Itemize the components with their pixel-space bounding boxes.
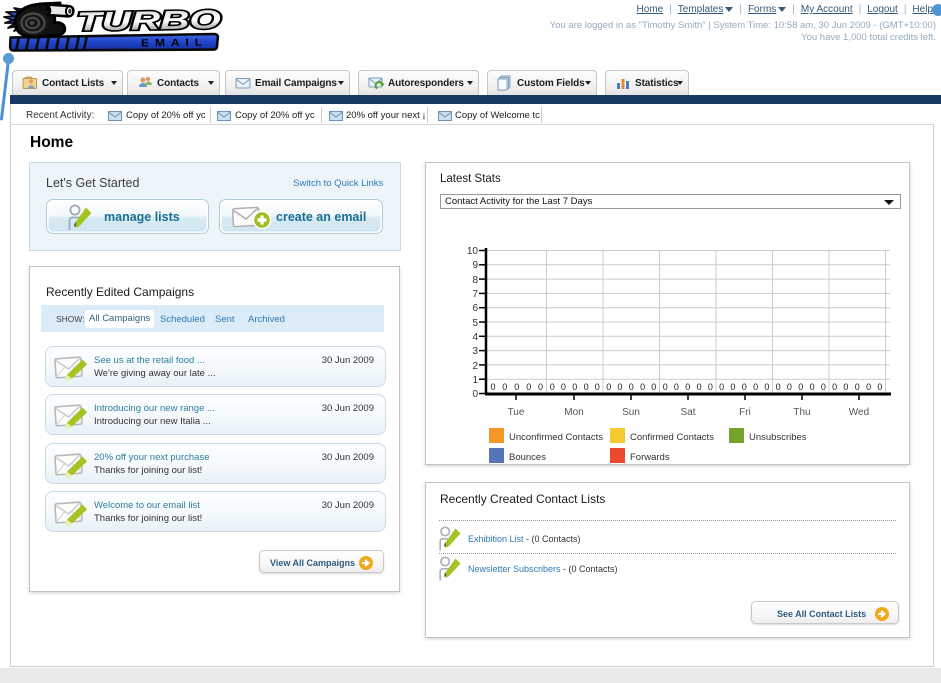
svg-text:0: 0 xyxy=(651,382,656,392)
svg-text:Bounces: Bounces xyxy=(509,452,546,463)
svg-text:0: 0 xyxy=(572,382,577,392)
svg-text:Thu: Thu xyxy=(793,407,810,418)
svg-text:0: 0 xyxy=(730,382,735,392)
svg-text:0: 0 xyxy=(561,382,566,392)
svg-text:Fri: Fri xyxy=(739,407,751,418)
svg-text:0: 0 xyxy=(843,382,848,392)
svg-text:8: 8 xyxy=(472,275,478,286)
svg-text:Sun: Sun xyxy=(622,407,640,418)
svg-text:0: 0 xyxy=(810,382,815,392)
svg-text:3: 3 xyxy=(472,346,478,357)
svg-text:0: 0 xyxy=(595,382,600,392)
svg-text:0: 0 xyxy=(708,382,713,392)
svg-text:0: 0 xyxy=(866,382,871,392)
svg-text:6: 6 xyxy=(472,303,478,314)
svg-text:Tue: Tue xyxy=(508,407,525,418)
svg-text:0: 0 xyxy=(753,382,758,392)
svg-text:0: 0 xyxy=(798,382,803,392)
svg-text:0: 0 xyxy=(502,382,507,392)
svg-text:0: 0 xyxy=(617,382,622,392)
svg-text:0: 0 xyxy=(685,382,690,392)
svg-text:Wed: Wed xyxy=(849,407,869,418)
svg-text:Confirmed Contacts: Confirmed Contacts xyxy=(630,432,714,443)
svg-text:5: 5 xyxy=(472,318,478,329)
svg-text:9: 9 xyxy=(472,260,478,271)
svg-text:0: 0 xyxy=(550,382,555,392)
svg-text:0: 0 xyxy=(719,382,724,392)
svg-text:Sat: Sat xyxy=(680,407,695,418)
svg-text:Unsubscribes: Unsubscribes xyxy=(749,432,807,443)
svg-text:0: 0 xyxy=(606,382,611,392)
svg-text:EMAIL: EMAIL xyxy=(141,37,208,50)
svg-text:Forwards: Forwards xyxy=(630,452,670,463)
svg-text:Mon: Mon xyxy=(564,407,583,418)
svg-text:4: 4 xyxy=(472,332,478,343)
svg-text:0: 0 xyxy=(821,382,826,392)
svg-text:0: 0 xyxy=(832,382,837,392)
svg-text:0: 0 xyxy=(472,389,478,400)
svg-text:0: 0 xyxy=(674,382,679,392)
svg-text:0: 0 xyxy=(538,382,543,392)
svg-text:0: 0 xyxy=(663,382,668,392)
svg-text:0: 0 xyxy=(514,382,519,392)
svg-text:0: 0 xyxy=(697,382,702,392)
svg-text:0: 0 xyxy=(877,382,882,392)
svg-text:0: 0 xyxy=(490,382,495,392)
svg-text:10: 10 xyxy=(467,246,479,257)
svg-text:TURBO: TURBO xyxy=(77,4,222,37)
svg-text:0: 0 xyxy=(526,382,531,392)
svg-text:0: 0 xyxy=(787,382,792,392)
svg-text:0: 0 xyxy=(855,382,860,392)
svg-text:7: 7 xyxy=(472,289,478,300)
svg-text:0: 0 xyxy=(776,382,781,392)
svg-text:0: 0 xyxy=(584,382,589,392)
svg-text:Unconfirmed Contacts: Unconfirmed Contacts xyxy=(509,432,603,443)
svg-text:0: 0 xyxy=(764,382,769,392)
svg-text:2: 2 xyxy=(472,361,478,372)
svg-text:0: 0 xyxy=(629,382,634,392)
svg-text:0: 0 xyxy=(640,382,645,392)
svg-text:1: 1 xyxy=(472,375,478,386)
svg-text:0: 0 xyxy=(742,382,747,392)
